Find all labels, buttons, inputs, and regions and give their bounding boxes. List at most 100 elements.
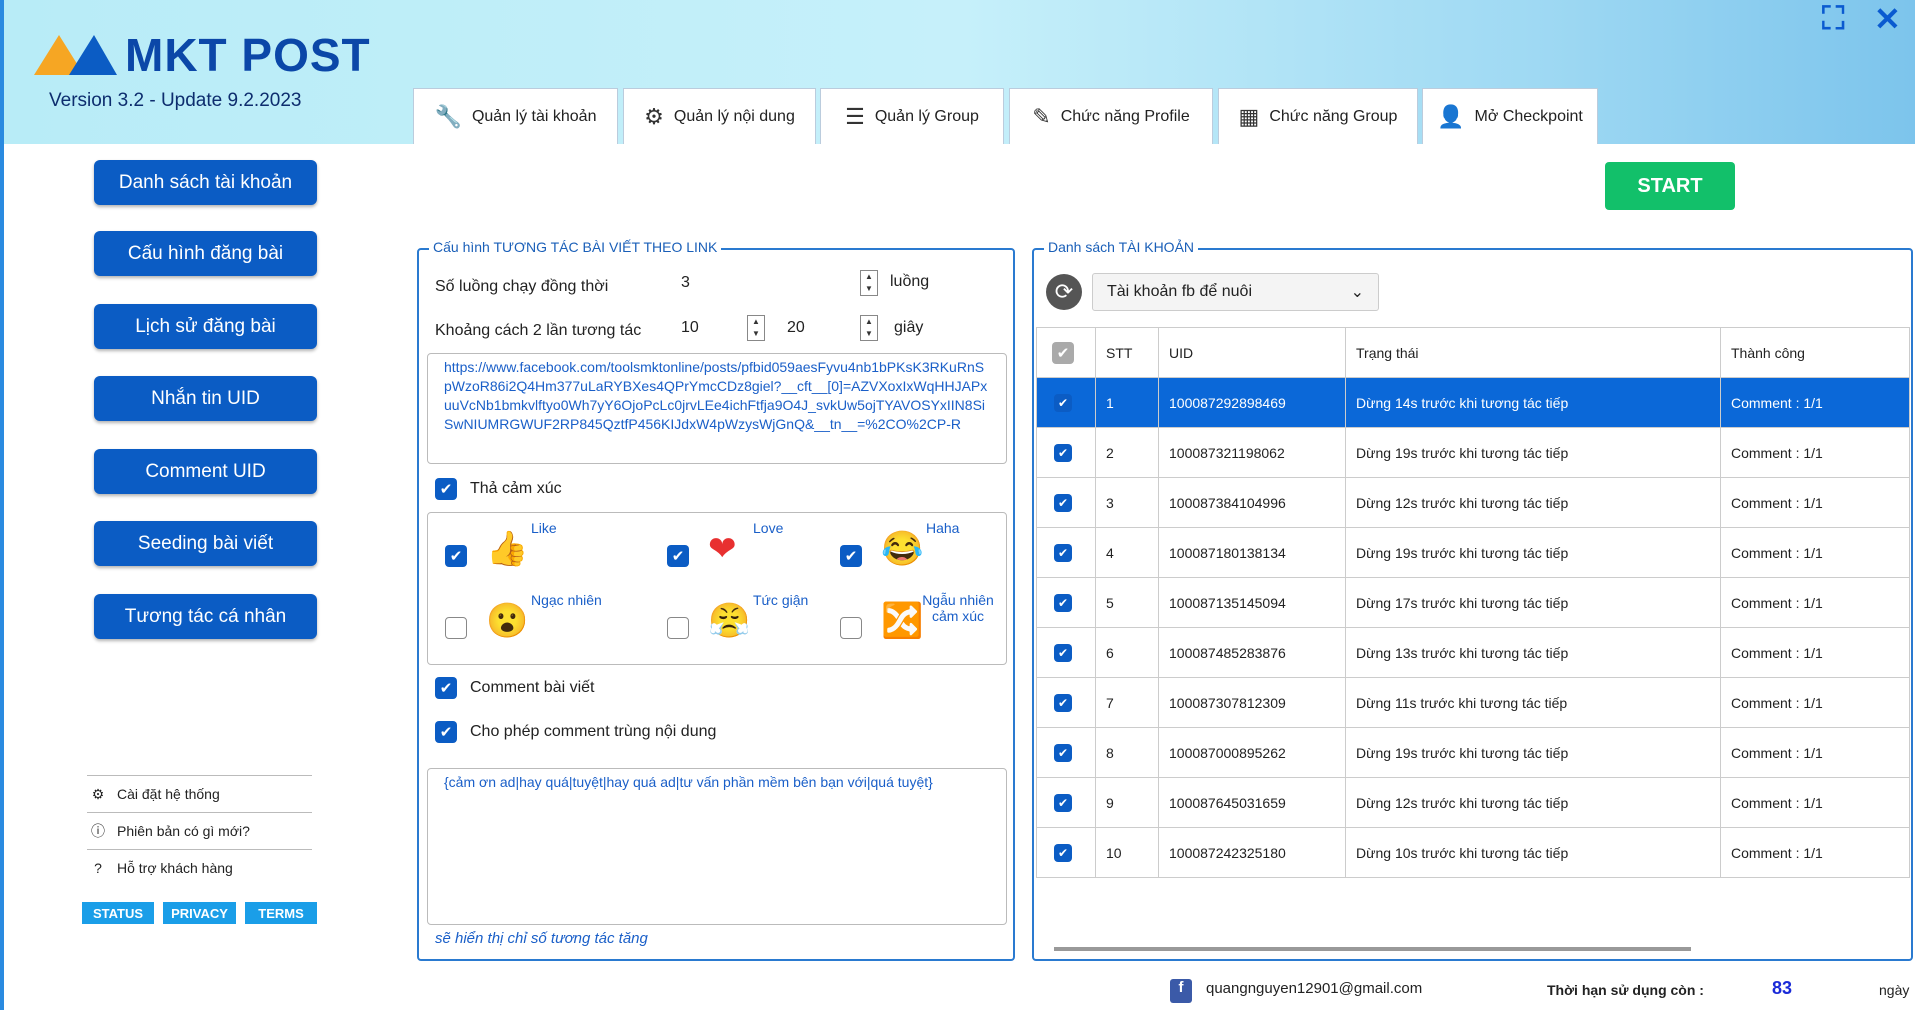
link-icon: ⓘ — [91, 823, 105, 839]
reaction-label-3: Ngạc nhiên — [531, 592, 602, 608]
close-icon[interactable]: ✕ — [1874, 0, 1901, 38]
tab-1[interactable]: ⚙ Quản lý nội dung — [623, 88, 816, 144]
cell: Dừng 11s trước khi tương tác tiếp — [1345, 677, 1721, 728]
reaction-checkbox-0[interactable]: ✔ — [445, 545, 467, 567]
col-success[interactable]: Thành công — [1720, 327, 1910, 378]
table-row[interactable]: ✔ 8 100087000895262 Dừng 19s trước khi tươn… — [1036, 727, 1910, 778]
fullscreen-icon[interactable]: ⛶ — [1822, 0, 1844, 38]
row-checkbox[interactable]: ✔ — [1054, 393, 1072, 412]
row-checkbox[interactable]: ✔ — [1054, 693, 1072, 712]
app-name: MKT POST — [125, 29, 371, 81]
cell: Comment : 1/1 — [1720, 827, 1910, 878]
sidebar-item-0[interactable]: Danh sách tài khoản — [94, 160, 317, 205]
duplicate-comment-checkbox[interactable]: ✔ — [435, 721, 457, 743]
row-checkbox[interactable]: ✔ — [1054, 843, 1072, 862]
comment-label: Comment bài viết — [470, 679, 595, 696]
cell: Comment : 1/1 — [1720, 727, 1910, 778]
sidebar-link-0[interactable]: ⚙ Cài đặt hệ thống — [87, 775, 312, 812]
tab-5[interactable]: 👤 Mở Checkpoint — [1422, 88, 1598, 144]
react-checkbox[interactable]: ✔ — [435, 478, 457, 500]
refresh-icon[interactable]: ⟳ — [1046, 274, 1082, 310]
interval-unit: giây — [894, 319, 924, 336]
sidebar-item-5[interactable]: Seeding bài viết — [94, 521, 317, 566]
accounts-table: ✔ STT UID Trạng thái Thành công ✔ 1 100087… — [1036, 327, 1910, 878]
cell: 3 — [1095, 477, 1159, 528]
reaction-label-2: Haha — [926, 520, 960, 536]
row-checkbox[interactable]: ✔ — [1054, 493, 1072, 512]
horizontal-scrollbar[interactable] — [1054, 947, 1691, 951]
privacy-button[interactable]: PRIVACY — [163, 902, 236, 924]
col-status[interactable]: Trạng thái — [1345, 327, 1721, 378]
wrench-icon: 🔧 — [434, 103, 462, 129]
cell: Comment : 1/1 — [1720, 577, 1910, 628]
table-row[interactable]: ✔ 10 100087242325180 Dừng 10s trước khi tươ… — [1036, 827, 1910, 878]
row-checkbox[interactable]: ✔ — [1054, 543, 1072, 562]
sidebar-link-1[interactable]: ⓘ Phiên bản có gì mới? — [87, 812, 312, 849]
row-checkbox[interactable]: ✔ — [1054, 593, 1072, 612]
cell: 100087321198062 — [1158, 427, 1346, 478]
row-checkbox[interactable]: ✔ — [1054, 793, 1072, 812]
col-uid[interactable]: UID — [1158, 327, 1346, 378]
hint-text: sẽ hiển thị chỉ số tương tác tăng — [435, 930, 648, 947]
comment-checkbox[interactable]: ✔ — [435, 677, 457, 699]
tab-3[interactable]: ✎ Chức năng Profile — [1009, 88, 1213, 144]
tab-4[interactable]: ▦ Chức năng Group — [1218, 88, 1418, 144]
threads-spinner[interactable]: ▲ ▼ — [860, 270, 878, 296]
reaction-checkbox-5[interactable]: ✔ — [840, 617, 862, 639]
sidebar-item-3[interactable]: Nhắn tin UID — [94, 376, 317, 421]
cell: Dừng 14s trước khi tương tác tiếp — [1345, 377, 1721, 428]
link-label: Hỗ trợ khách hàng — [117, 860, 233, 876]
account-type-dropdown[interactable]: Tài khoản fb để nuôi ⌄ — [1092, 273, 1379, 311]
react-label: Thả cảm xúc — [470, 480, 562, 497]
tab-0[interactable]: 🔧 Quản lý tài khoản — [413, 88, 618, 144]
interval-max-spinner[interactable]: ▲ ▼ — [860, 315, 878, 341]
select-all-checkbox[interactable]: ✔ — [1052, 341, 1074, 364]
table-row[interactable]: ✔ 9 100087645031659 Dừng 12s trước khi tươn… — [1036, 777, 1910, 828]
row-checkbox[interactable]: ✔ — [1054, 743, 1072, 762]
cell: Dừng 13s trước khi tương tác tiếp — [1345, 627, 1721, 678]
reaction-checkbox-4[interactable]: ✔ — [667, 617, 689, 639]
interval-min-input[interactable]: 10 — [681, 319, 699, 337]
sidebar-link-2[interactable]: ? Hỗ trợ khách hàng — [87, 849, 312, 886]
sidebar-item-2[interactable]: Lịch sử đăng bài — [94, 304, 317, 349]
pencil-icon: ✎ — [1032, 103, 1051, 129]
sidebar-item-6[interactable]: Tương tác cá nhân — [94, 594, 317, 639]
cell: Comment : 1/1 — [1720, 427, 1910, 478]
table-row[interactable]: ✔ 3 100087384104996 Dừng 12s trước khi tươn… — [1036, 477, 1910, 528]
table-row[interactable]: ✔ 5 100087135145094 Dừng 17s trước khi tươn… — [1036, 577, 1910, 628]
cell: 4 — [1095, 527, 1159, 578]
facebook-icon: f — [1170, 979, 1192, 1003]
tab-2[interactable]: ☰ Quản lý Group — [820, 88, 1004, 144]
table-row[interactable]: ✔ 7 100087307812309 Dừng 11s trước khi tươn… — [1036, 677, 1910, 728]
user-icon: 👤 — [1437, 103, 1465, 129]
reaction-icon-3: 😮 — [486, 602, 529, 640]
table-row[interactable]: ✔ 1 100087292898469 Dừng 14s trước khi tươn… — [1036, 377, 1910, 428]
link-icon: ? — [94, 860, 102, 876]
link-label: Phiên bản có gì mới? — [117, 823, 250, 839]
reaction-checkbox-2[interactable]: ✔ — [840, 545, 862, 567]
interval-max-input[interactable]: 20 — [787, 319, 805, 337]
row-checkbox[interactable]: ✔ — [1054, 443, 1072, 462]
post-url-input[interactable]: https://www.facebook.com/toolsmktonline/… — [427, 353, 1007, 464]
threads-input[interactable]: 3 — [681, 274, 690, 292]
tab-label: Chức năng Profile — [1060, 107, 1190, 125]
sidebar-item-4[interactable]: Comment UID — [94, 449, 317, 494]
tab-label: Quản lý Group — [874, 107, 979, 125]
start-button[interactable]: START — [1605, 162, 1735, 210]
row-checkbox[interactable]: ✔ — [1054, 643, 1072, 662]
table-row[interactable]: ✔ 4 100087180138134 Dừng 19s trước khi tươn… — [1036, 527, 1910, 578]
cell: 6 — [1095, 627, 1159, 678]
status-button[interactable]: STATUS — [82, 902, 154, 924]
interval-min-spinner[interactable]: ▲ ▼ — [747, 315, 765, 341]
col-stt[interactable]: STT — [1095, 327, 1159, 378]
table-row[interactable]: ✔ 2 100087321198062 Dừng 19s trước khi tươn… — [1036, 427, 1910, 478]
reaction-checkbox-1[interactable]: ✔ — [667, 545, 689, 567]
comment-content-input[interactable]: {cảm ơn ad|hay quá|tuyệt|hay quá ad|tư v… — [427, 768, 1007, 925]
reaction-checkbox-3[interactable]: ✔ — [445, 617, 467, 639]
reaction-label-1: Love — [753, 520, 784, 536]
sidebar-item-1[interactable]: Cấu hình đăng bài — [94, 231, 317, 276]
logo-icon — [34, 35, 117, 75]
expiry-unit: ngày — [1879, 982, 1910, 998]
terms-button[interactable]: TERMS — [245, 902, 317, 924]
table-row[interactable]: ✔ 6 100087485283876 Dừng 13s trước khi tươn… — [1036, 627, 1910, 678]
